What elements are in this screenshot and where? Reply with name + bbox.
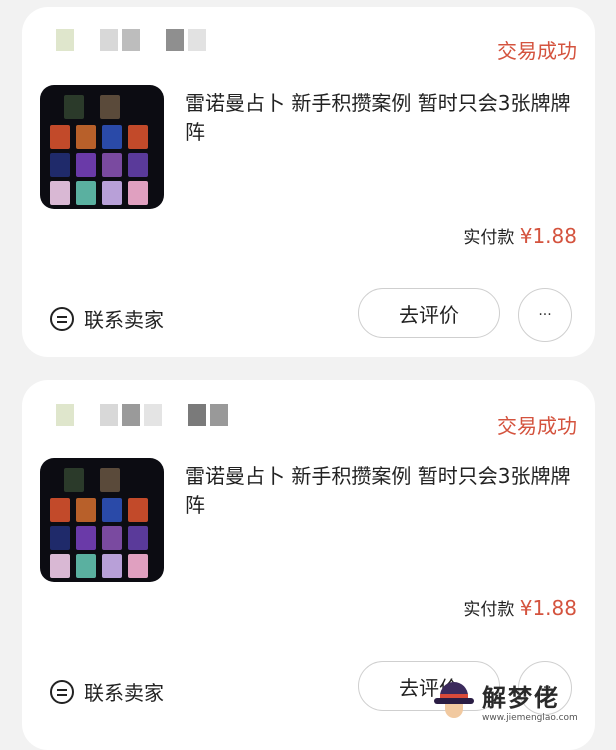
chat-bubble-icon xyxy=(50,306,74,331)
paid-label: 实付款 xyxy=(463,228,515,248)
store-name-blurred xyxy=(56,29,206,55)
watermark-url: www.jiemenglao.com xyxy=(482,712,578,723)
contact-seller-label: 联系卖家 xyxy=(84,681,164,705)
product-thumbnail[interactable] xyxy=(40,85,164,209)
product-title[interactable]: 雷诺曼占卜 新手积攒案例 暂时只会3张牌牌阵 xyxy=(185,462,580,520)
price: ¥1.88 xyxy=(519,224,577,248)
contact-seller-button[interactable]: 联系卖家 xyxy=(50,677,164,706)
order-status: 交易成功 xyxy=(497,39,577,63)
paid-amount: 实付款 ¥1.88 xyxy=(463,223,577,248)
price: ¥1.88 xyxy=(519,596,577,620)
paid-label: 实付款 xyxy=(463,600,515,620)
chat-bubble-icon xyxy=(50,679,74,704)
wizard-hat-icon xyxy=(432,680,476,720)
watermark-logo: 解梦佬 www.jiemenglao.com xyxy=(432,672,612,728)
watermark-title: 解梦佬 xyxy=(482,683,560,712)
store-name-blurred xyxy=(56,404,228,430)
paid-amount: 实付款 ¥1.88 xyxy=(463,595,577,620)
product-thumbnail[interactable] xyxy=(40,458,164,582)
order-status: 交易成功 xyxy=(497,414,577,438)
contact-seller-label: 联系卖家 xyxy=(84,308,164,332)
product-title[interactable]: 雷诺曼占卜 新手积攒案例 暂时只会3张牌牌阵 xyxy=(185,89,580,147)
review-button[interactable]: 去评价 xyxy=(358,288,500,338)
contact-seller-button[interactable]: 联系卖家 xyxy=(50,304,164,333)
more-options-button[interactable]: ··· xyxy=(518,288,572,342)
order-card[interactable]: 交易成功 雷诺曼占卜 新手积攒案例 暂时只会3张牌牌阵 实付款 ¥1.88 联系… xyxy=(22,7,595,357)
